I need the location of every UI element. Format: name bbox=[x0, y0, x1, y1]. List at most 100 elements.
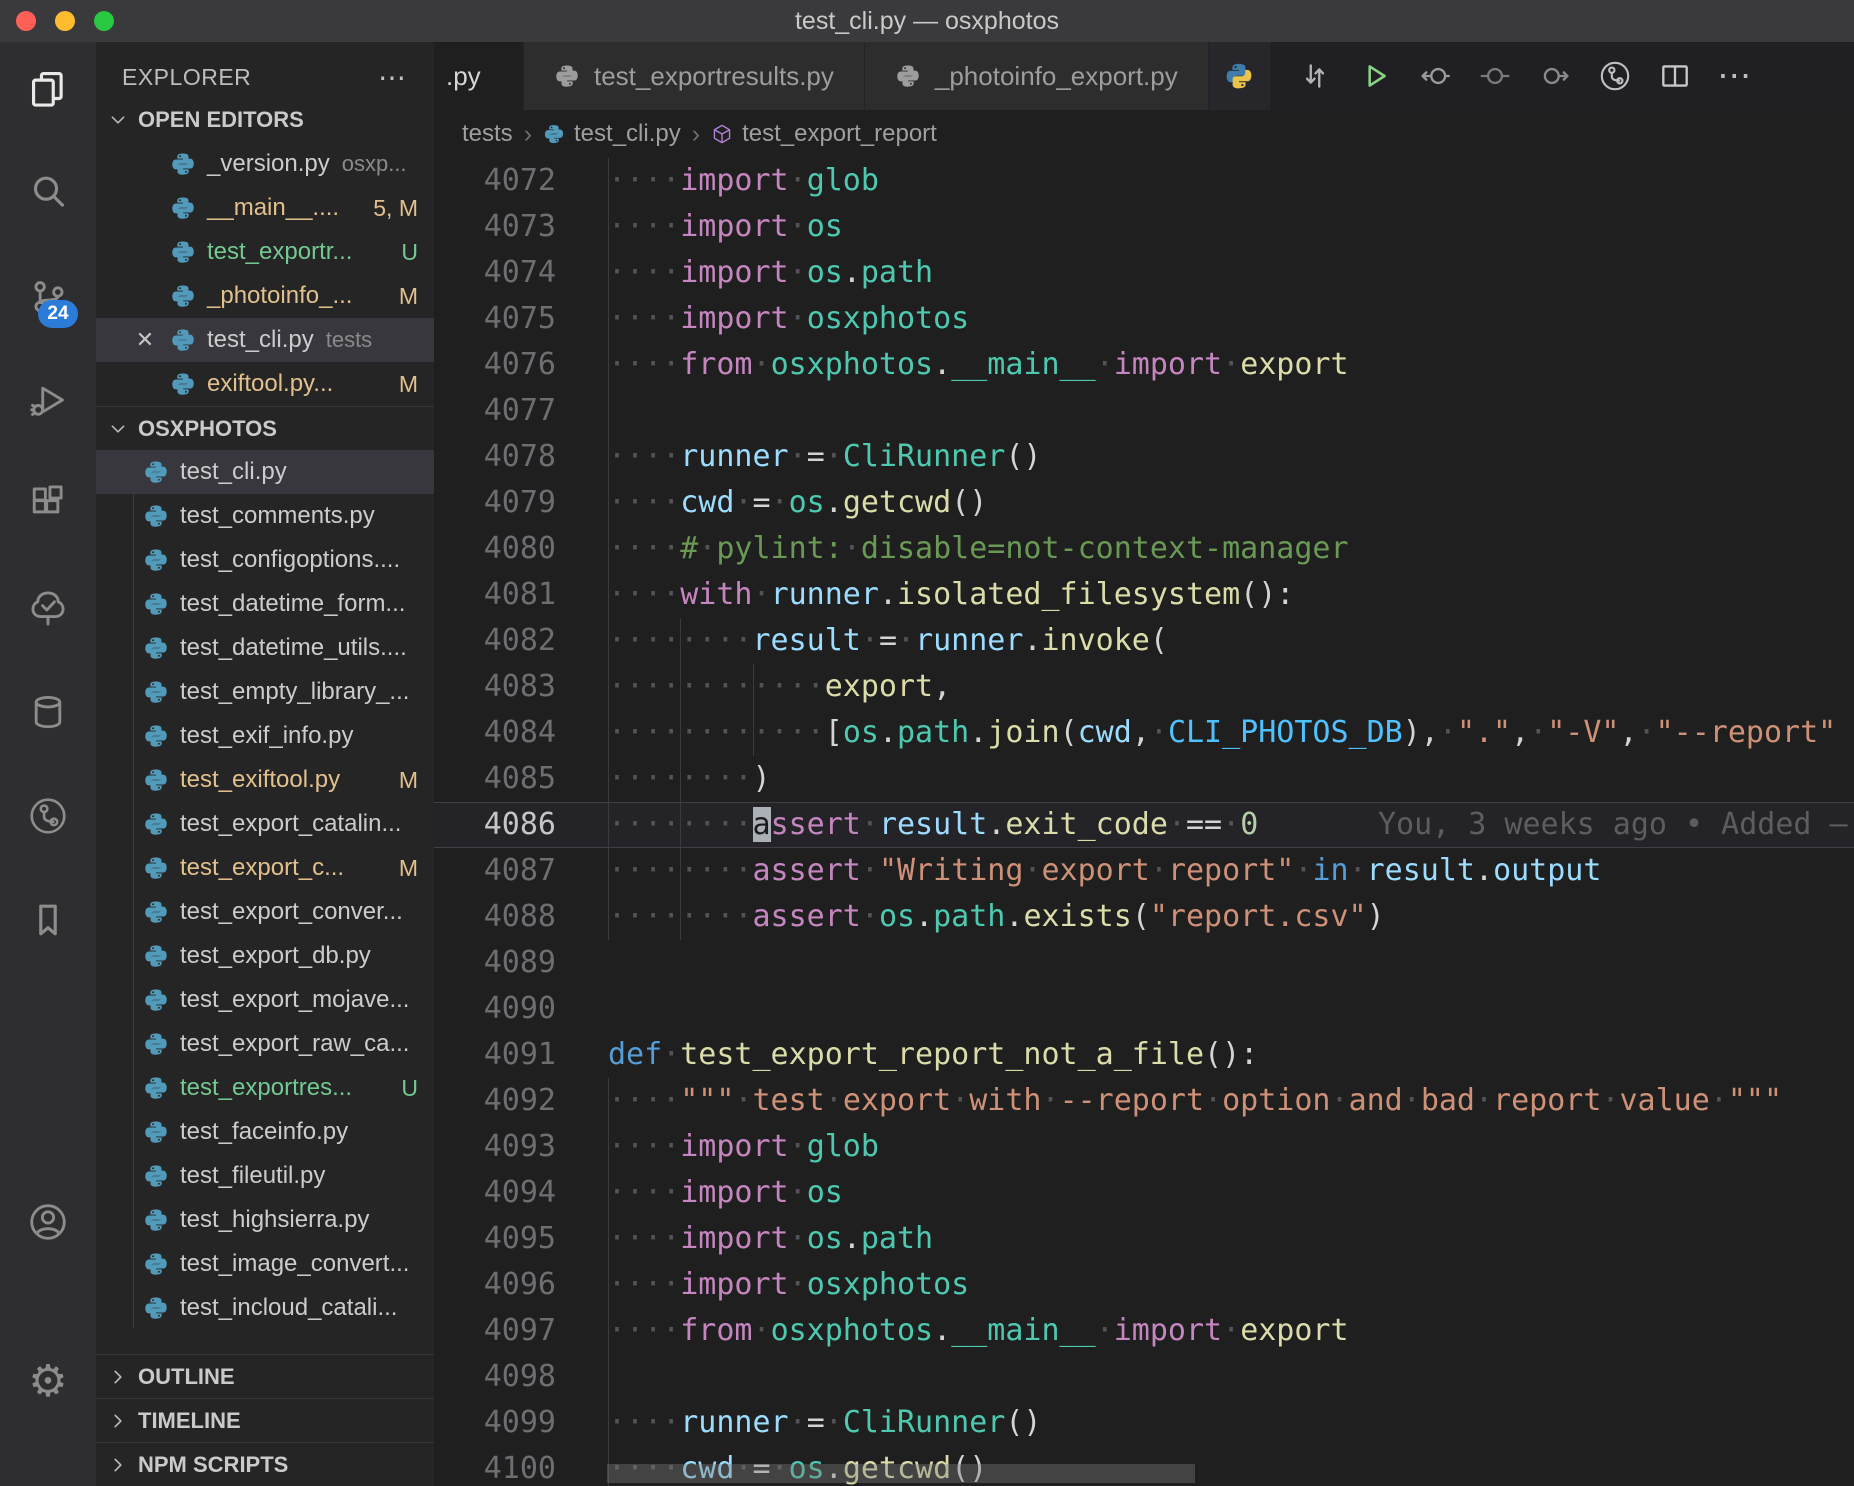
code-line[interactable]: 4086········assert·result.exit_code·==·0… bbox=[434, 802, 1854, 848]
code-line[interactable]: 4076····from·osxphotos.__main__·import·e… bbox=[434, 342, 1854, 388]
open-editor-item[interactable]: _photoinfo_...M bbox=[96, 274, 434, 318]
line-number: 4076 bbox=[434, 342, 556, 388]
code-line[interactable]: 4088········assert·os.path.exists("repor… bbox=[434, 894, 1854, 940]
activity-item-search[interactable] bbox=[24, 168, 72, 216]
activity-item-account[interactable] bbox=[24, 1198, 72, 1246]
open-editor-item[interactable]: _version.pyosxp... bbox=[96, 142, 434, 186]
line-number: 4084 bbox=[434, 710, 556, 756]
tab-.py[interactable]: .py bbox=[434, 42, 524, 110]
open-editors-header[interactable]: OPEN EDITORS bbox=[96, 98, 434, 142]
breadcrumb: tests›test_cli.py›test_export_report bbox=[434, 110, 1854, 158]
code-line[interactable]: 4073····import·os bbox=[434, 204, 1854, 250]
breadcrumb-item[interactable]: tests bbox=[462, 120, 513, 148]
line-number: 4090 bbox=[434, 986, 556, 1032]
tree-item[interactable]: test_export_mojave... bbox=[96, 978, 434, 1022]
gitlens-action-button[interactable] bbox=[1585, 42, 1645, 110]
tab-python-pinned[interactable] bbox=[1209, 42, 1271, 110]
code-line[interactable]: 4080····#·pylint:·disable=not-context-ma… bbox=[434, 526, 1854, 572]
code-line[interactable]: 4092····"""·test·export·with·--report·op… bbox=[434, 1078, 1854, 1124]
tree-item[interactable]: test_exportres...U bbox=[96, 1066, 434, 1110]
tree-item[interactable]: test_export_db.py bbox=[96, 934, 434, 978]
activity-item-gitlens[interactable] bbox=[24, 792, 72, 840]
activity-item-extensions[interactable] bbox=[24, 480, 72, 528]
run-python-file-button[interactable] bbox=[1345, 42, 1405, 110]
breadcrumb-item[interactable]: test_export_report bbox=[711, 120, 937, 148]
code-line[interactable]: 4091def·test_export_report_not_a_file(): bbox=[434, 1032, 1854, 1078]
tree-item[interactable]: test_image_convert... bbox=[96, 1242, 434, 1286]
open-editor-item[interactable]: exiftool.py...M bbox=[96, 362, 434, 406]
code-line[interactable]: 4090 bbox=[434, 986, 1854, 1032]
project-section-header[interactable]: OSXPHOTOS bbox=[96, 406, 434, 450]
tree-item[interactable]: test_export_catalin... bbox=[96, 802, 434, 846]
code-line[interactable]: 4097····from·osxphotos.__main__·import·e… bbox=[434, 1308, 1854, 1354]
tree-item[interactable]: test_datetime_utils.... bbox=[96, 626, 434, 670]
tree-item[interactable]: test_export_raw_ca... bbox=[96, 1022, 434, 1066]
code-line[interactable]: 4087········assert·"Writing·export·repor… bbox=[434, 848, 1854, 894]
code-line[interactable]: 4098 bbox=[434, 1354, 1854, 1400]
code-line[interactable]: 4081····with·runner.isolated_filesystem(… bbox=[434, 572, 1854, 618]
tree-item[interactable]: test_export_c...M bbox=[96, 846, 434, 890]
code-line[interactable]: 4082········result·=·runner.invoke( bbox=[434, 618, 1854, 664]
code-line[interactable]: 4096····import·osxphotos bbox=[434, 1262, 1854, 1308]
tree-item[interactable]: test_cli.py bbox=[96, 450, 434, 494]
tree-item[interactable]: test_empty_library_... bbox=[96, 670, 434, 714]
open-editor-item[interactable]: test_exportr...U bbox=[96, 230, 434, 274]
tree-item[interactable]: test_exif_info.py bbox=[96, 714, 434, 758]
code-text bbox=[608, 940, 1854, 986]
section-npm-scripts[interactable]: NPM SCRIPTS bbox=[96, 1442, 434, 1486]
split-editor-button[interactable] bbox=[1645, 42, 1705, 110]
code-line[interactable]: 4074····import·os.path bbox=[434, 250, 1854, 296]
tree-item[interactable]: test_comments.py bbox=[96, 494, 434, 538]
activity-item-todo-tree[interactable] bbox=[24, 584, 72, 632]
python-file-icon bbox=[543, 123, 565, 145]
code-line[interactable]: 4079····cwd·=·os.getcwd() bbox=[434, 480, 1854, 526]
activity-item-run-and-debug[interactable] bbox=[24, 376, 72, 424]
code-line[interactable]: 4085········) bbox=[434, 756, 1854, 802]
open-editor-item[interactable]: __main__....5, M bbox=[96, 186, 434, 230]
tree-item[interactable]: test_faceinfo.py bbox=[96, 1110, 434, 1154]
activity-item-bookmarks[interactable] bbox=[24, 896, 72, 944]
tab-label: _photoinfo_export.py bbox=[935, 61, 1178, 92]
code-line[interactable]: 4089 bbox=[434, 940, 1854, 986]
line-number: 4095 bbox=[434, 1216, 556, 1262]
code-line[interactable]: 4084············[os.path.join(cwd,·CLI_P… bbox=[434, 710, 1854, 756]
horizontal-scrollbar[interactable] bbox=[607, 1464, 1195, 1483]
open-changes-button[interactable] bbox=[1285, 42, 1345, 110]
python-file-icon bbox=[143, 767, 169, 793]
close-icon[interactable]: ✕ bbox=[132, 327, 158, 353]
section-timeline[interactable]: TIMELINE bbox=[96, 1398, 434, 1442]
run-cell-button[interactable] bbox=[1465, 42, 1525, 110]
breadcrumb-item[interactable]: test_cli.py bbox=[543, 120, 681, 148]
tree-item[interactable]: test_exiftool.pyM bbox=[96, 758, 434, 802]
tab-_photoinfo_export.py[interactable]: _photoinfo_export.py bbox=[865, 42, 1209, 110]
tree-item[interactable]: test_fileutil.py bbox=[96, 1154, 434, 1198]
chevron-down-icon bbox=[108, 110, 128, 130]
activity-item-explorer[interactable] bbox=[24, 64, 72, 112]
tree-item[interactable]: test_export_conver... bbox=[96, 890, 434, 934]
tree-item[interactable]: test_configoptions.... bbox=[96, 538, 434, 582]
code-line[interactable]: 4075····import·osxphotos bbox=[434, 296, 1854, 342]
code-line[interactable]: 4077 bbox=[434, 388, 1854, 434]
tree-item[interactable]: test_incloud_catali... bbox=[96, 1286, 434, 1330]
tab-test_exportresults.py[interactable]: test_exportresults.py bbox=[524, 42, 865, 110]
run-above-button[interactable] bbox=[1405, 42, 1465, 110]
code-line[interactable]: 4078····runner·=·CliRunner() bbox=[434, 434, 1854, 480]
code-line[interactable]: 4094····import·os bbox=[434, 1170, 1854, 1216]
sidebar-more-actions[interactable]: ⋯ bbox=[378, 61, 408, 94]
activity-item-source-control[interactable]: 24 bbox=[24, 272, 72, 320]
code-line[interactable]: 4099····runner·=·CliRunner() bbox=[434, 1400, 1854, 1446]
line-number: 4096 bbox=[434, 1262, 556, 1308]
run-below-button[interactable] bbox=[1525, 42, 1585, 110]
open-editor-item[interactable]: ✕test_cli.pytests bbox=[96, 318, 434, 362]
code-editor[interactable]: 4072····import·glob4073····import·os4074… bbox=[434, 158, 1854, 1486]
section-outline[interactable]: OUTLINE bbox=[96, 1354, 434, 1398]
code-line[interactable]: 4083············export, bbox=[434, 664, 1854, 710]
more-actions-button[interactable]: ⋯ bbox=[1705, 42, 1765, 110]
code-line[interactable]: 4072····import·glob bbox=[434, 158, 1854, 204]
tree-item[interactable]: test_datetime_form... bbox=[96, 582, 434, 626]
code-line[interactable]: 4093····import·glob bbox=[434, 1124, 1854, 1170]
activity-item-database[interactable] bbox=[24, 688, 72, 736]
code-line[interactable]: 4095····import·os.path bbox=[434, 1216, 1854, 1262]
activity-item-settings[interactable]: ⚙ bbox=[24, 1358, 72, 1406]
tree-item[interactable]: test_highsierra.py bbox=[96, 1198, 434, 1242]
